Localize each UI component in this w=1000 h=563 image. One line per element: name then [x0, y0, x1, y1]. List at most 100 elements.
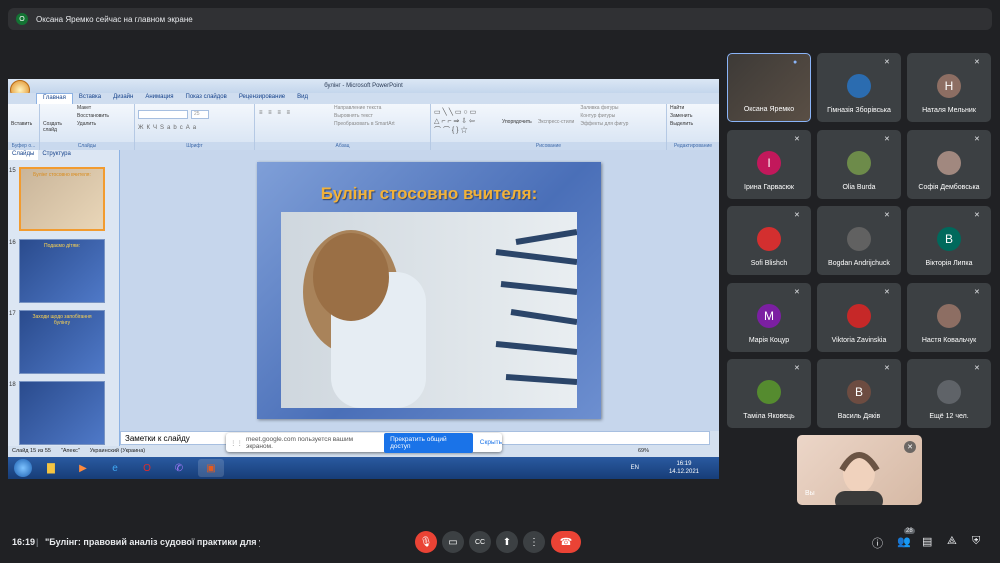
media-player-icon[interactable]: ▶ [70, 459, 96, 477]
font-name-input[interactable] [138, 110, 188, 119]
pane-tab-slides[interactable]: Слайды [8, 150, 39, 160]
participant-avatar [847, 304, 871, 328]
restore-button[interactable]: Восстановить [74, 112, 112, 120]
participant-tile[interactable]: Гімназія Зборівська ✕ [817, 53, 901, 122]
participant-tile[interactable]: В Василь Дяків ✕ [817, 359, 901, 428]
quick-styles-button[interactable]: Экспресс-стили [535, 118, 578, 139]
participant-tile[interactable]: Софія Дембовська ✕ [907, 130, 991, 199]
arrange-button[interactable]: Упорядочить [499, 118, 535, 139]
explorer-icon[interactable]: ▇ [38, 459, 64, 477]
tab-insert[interactable]: Вставка [73, 93, 107, 104]
create-slide-button[interactable]: Создать слайд [40, 120, 74, 134]
start-button-icon[interactable] [14, 459, 32, 477]
participant-tile[interactable]: Н Наталя Мельник ✕ [907, 53, 991, 122]
shape-outline-button[interactable]: Контур фигуры [577, 112, 631, 120]
end-call-button[interactable]: ☎ [551, 531, 581, 553]
mic-off-icon: ✕ [904, 441, 916, 453]
participant-tile[interactable]: Viktoria Zavinskia ✕ [817, 283, 901, 352]
meeting-title: "Булінг: правовий аналіз судової практик… [45, 537, 260, 547]
participant-tile[interactable]: Ещё 12 чел. ✕ [907, 359, 991, 428]
mic-off-icon: ✕ [794, 289, 800, 296]
group-slides: Создать слайд Макет Восстановить Удалить… [40, 104, 135, 150]
slide-thumbnail-17[interactable]: Заходи щодо запобігання булінгу [19, 310, 105, 374]
slide-thumbnail-16[interactable]: Подаємо дітям: [19, 239, 105, 303]
tab-slideshow[interactable]: Показ слайдов [180, 93, 233, 104]
participant-tile[interactable]: І Ірина Гарвасюк ✕ [727, 130, 811, 199]
mic-off-icon: ✕ [974, 289, 980, 296]
drag-handle-icon[interactable]: ⋮⋮ [230, 439, 243, 447]
participant-tile[interactable]: М Марія Коцур ✕ [727, 283, 811, 352]
mic-off-icon: ✕ [884, 136, 890, 143]
group-editing-label: Редактирование [667, 142, 719, 150]
captions-button[interactable]: CC [469, 531, 491, 553]
mic-toggle-button[interactable]: 🎙 [415, 531, 437, 553]
keyboard-language[interactable]: EN [631, 465, 639, 471]
activities-icon[interactable]: ⟁ [947, 535, 957, 548]
taskbar-clock: 16:19 14.12.2021 [669, 460, 699, 476]
text-direction-button[interactable]: Направление текста [331, 104, 398, 112]
slide-thumbnail-15[interactable]: Булінг стосовно вчителя: [19, 167, 105, 231]
shapes-gallery[interactable]: ▭ ╲ ╲ ▭ ○ ▭ △ ⌐ ⌐ ⇒ ⇩ ⇦ ⌒ ⌒ { } ☆ [431, 104, 499, 139]
participant-avatar [937, 304, 961, 328]
group-font: 25 ЖКЧSabcAa Шрифт [135, 104, 255, 150]
tab-animation[interactable]: Анимация [139, 93, 179, 104]
paste-button[interactable]: Вставить [8, 120, 39, 128]
mic-off-icon: ✕ [974, 136, 980, 143]
stop-sharing-button[interactable]: Прекратить общий доступ [384, 432, 473, 453]
participant-avatar: В [847, 380, 871, 404]
participant-avatar [847, 227, 871, 251]
participant-tile[interactable]: Bogdan Andrijchuck ✕ [817, 206, 901, 275]
participant-avatar [847, 151, 871, 175]
participant-tile[interactable]: Olia Burda ✕ [817, 130, 901, 199]
ppt-ribbon-tabs: Главная Вставка Дизайн Анимация Показ сл… [8, 93, 719, 104]
shape-fill-button[interactable]: Заливка фигуры [577, 104, 631, 112]
align-text-button[interactable]: Выровнять текст [331, 112, 398, 120]
convert-smartart-button[interactable]: Преобразовать в SmartArt [331, 120, 398, 128]
ie-icon[interactable]: e [102, 459, 128, 477]
font-format-buttons[interactable]: ЖКЧSabcAa [138, 125, 251, 131]
tab-view[interactable]: Вид [291, 93, 314, 104]
tab-review[interactable]: Рецензирование [233, 93, 291, 104]
font-size-input[interactable]: 25 [191, 110, 209, 119]
find-button[interactable]: Найти [667, 104, 719, 112]
group-editing: Найти Заменить Выделить Редактирование [667, 104, 719, 150]
present-button[interactable]: ⬆ [496, 531, 518, 553]
people-count-badge: 28 [904, 528, 915, 534]
participant-tile[interactable]: Sofi Blishch ✕ [727, 206, 811, 275]
pane-tabs: Слайды Структура [8, 150, 120, 160]
viber-icon[interactable]: ✆ [166, 459, 192, 477]
thumb-number: 16 [9, 240, 16, 246]
status-language: Украинский (Украина) [89, 448, 146, 454]
people-icon[interactable]: 👥 [897, 535, 911, 548]
current-slide[interactable]: Булінг стосовно вчителя: [257, 162, 601, 419]
windows-taskbar: ▇ ▶ e O ✆ ▣ EN 16:19 14.12.2021 [8, 457, 719, 479]
replace-button[interactable]: Заменить [667, 112, 719, 120]
participant-tile[interactable]: Таміла Яковець ✕ [727, 359, 811, 428]
participant-tile[interactable]: В Вікторія Липка ✕ [907, 206, 991, 275]
info-icon[interactable]: ⓘ [872, 535, 883, 551]
delete-button[interactable]: Удалить [74, 120, 112, 128]
participant-tile[interactable]: Оксана Яремко ● [727, 53, 811, 122]
host-controls-icon[interactable]: ⛨ [972, 535, 980, 548]
tab-design[interactable]: Дизайн [107, 93, 139, 104]
shape-effects-button[interactable]: Эффекты для фигур [577, 120, 631, 128]
slide-thumbnail-18[interactable] [19, 381, 105, 445]
presenting-banner: О Оксана Яремко сейчас на главном экране [8, 8, 992, 30]
participant-avatar [937, 380, 961, 404]
hide-button[interactable]: Скрыть [480, 439, 502, 446]
select-button[interactable]: Выделить [667, 120, 719, 128]
zoom-level[interactable]: 69% [638, 448, 649, 454]
participant-name: Наталя Мельник [922, 107, 976, 114]
pane-tab-outline[interactable]: Структура [38, 150, 74, 160]
tab-home[interactable]: Главная [36, 93, 73, 104]
more-options-button[interactable]: ⋮ [523, 531, 545, 553]
thumb-number: 17 [9, 311, 16, 317]
paragraph-buttons[interactable]: ≡ ≡ ≡ ≡ [255, 104, 331, 128]
chat-icon[interactable]: ▤ [922, 535, 932, 548]
powerpoint-taskbar-icon[interactable]: ▣ [198, 459, 224, 477]
participant-name: Sofi Blishch [750, 260, 788, 267]
layout-button[interactable]: Макет [74, 104, 112, 112]
opera-icon[interactable]: O [134, 459, 160, 477]
camera-toggle-button[interactable]: ▭ [442, 531, 464, 553]
participant-tile[interactable]: Настя Ковальчук ✕ [907, 283, 991, 352]
